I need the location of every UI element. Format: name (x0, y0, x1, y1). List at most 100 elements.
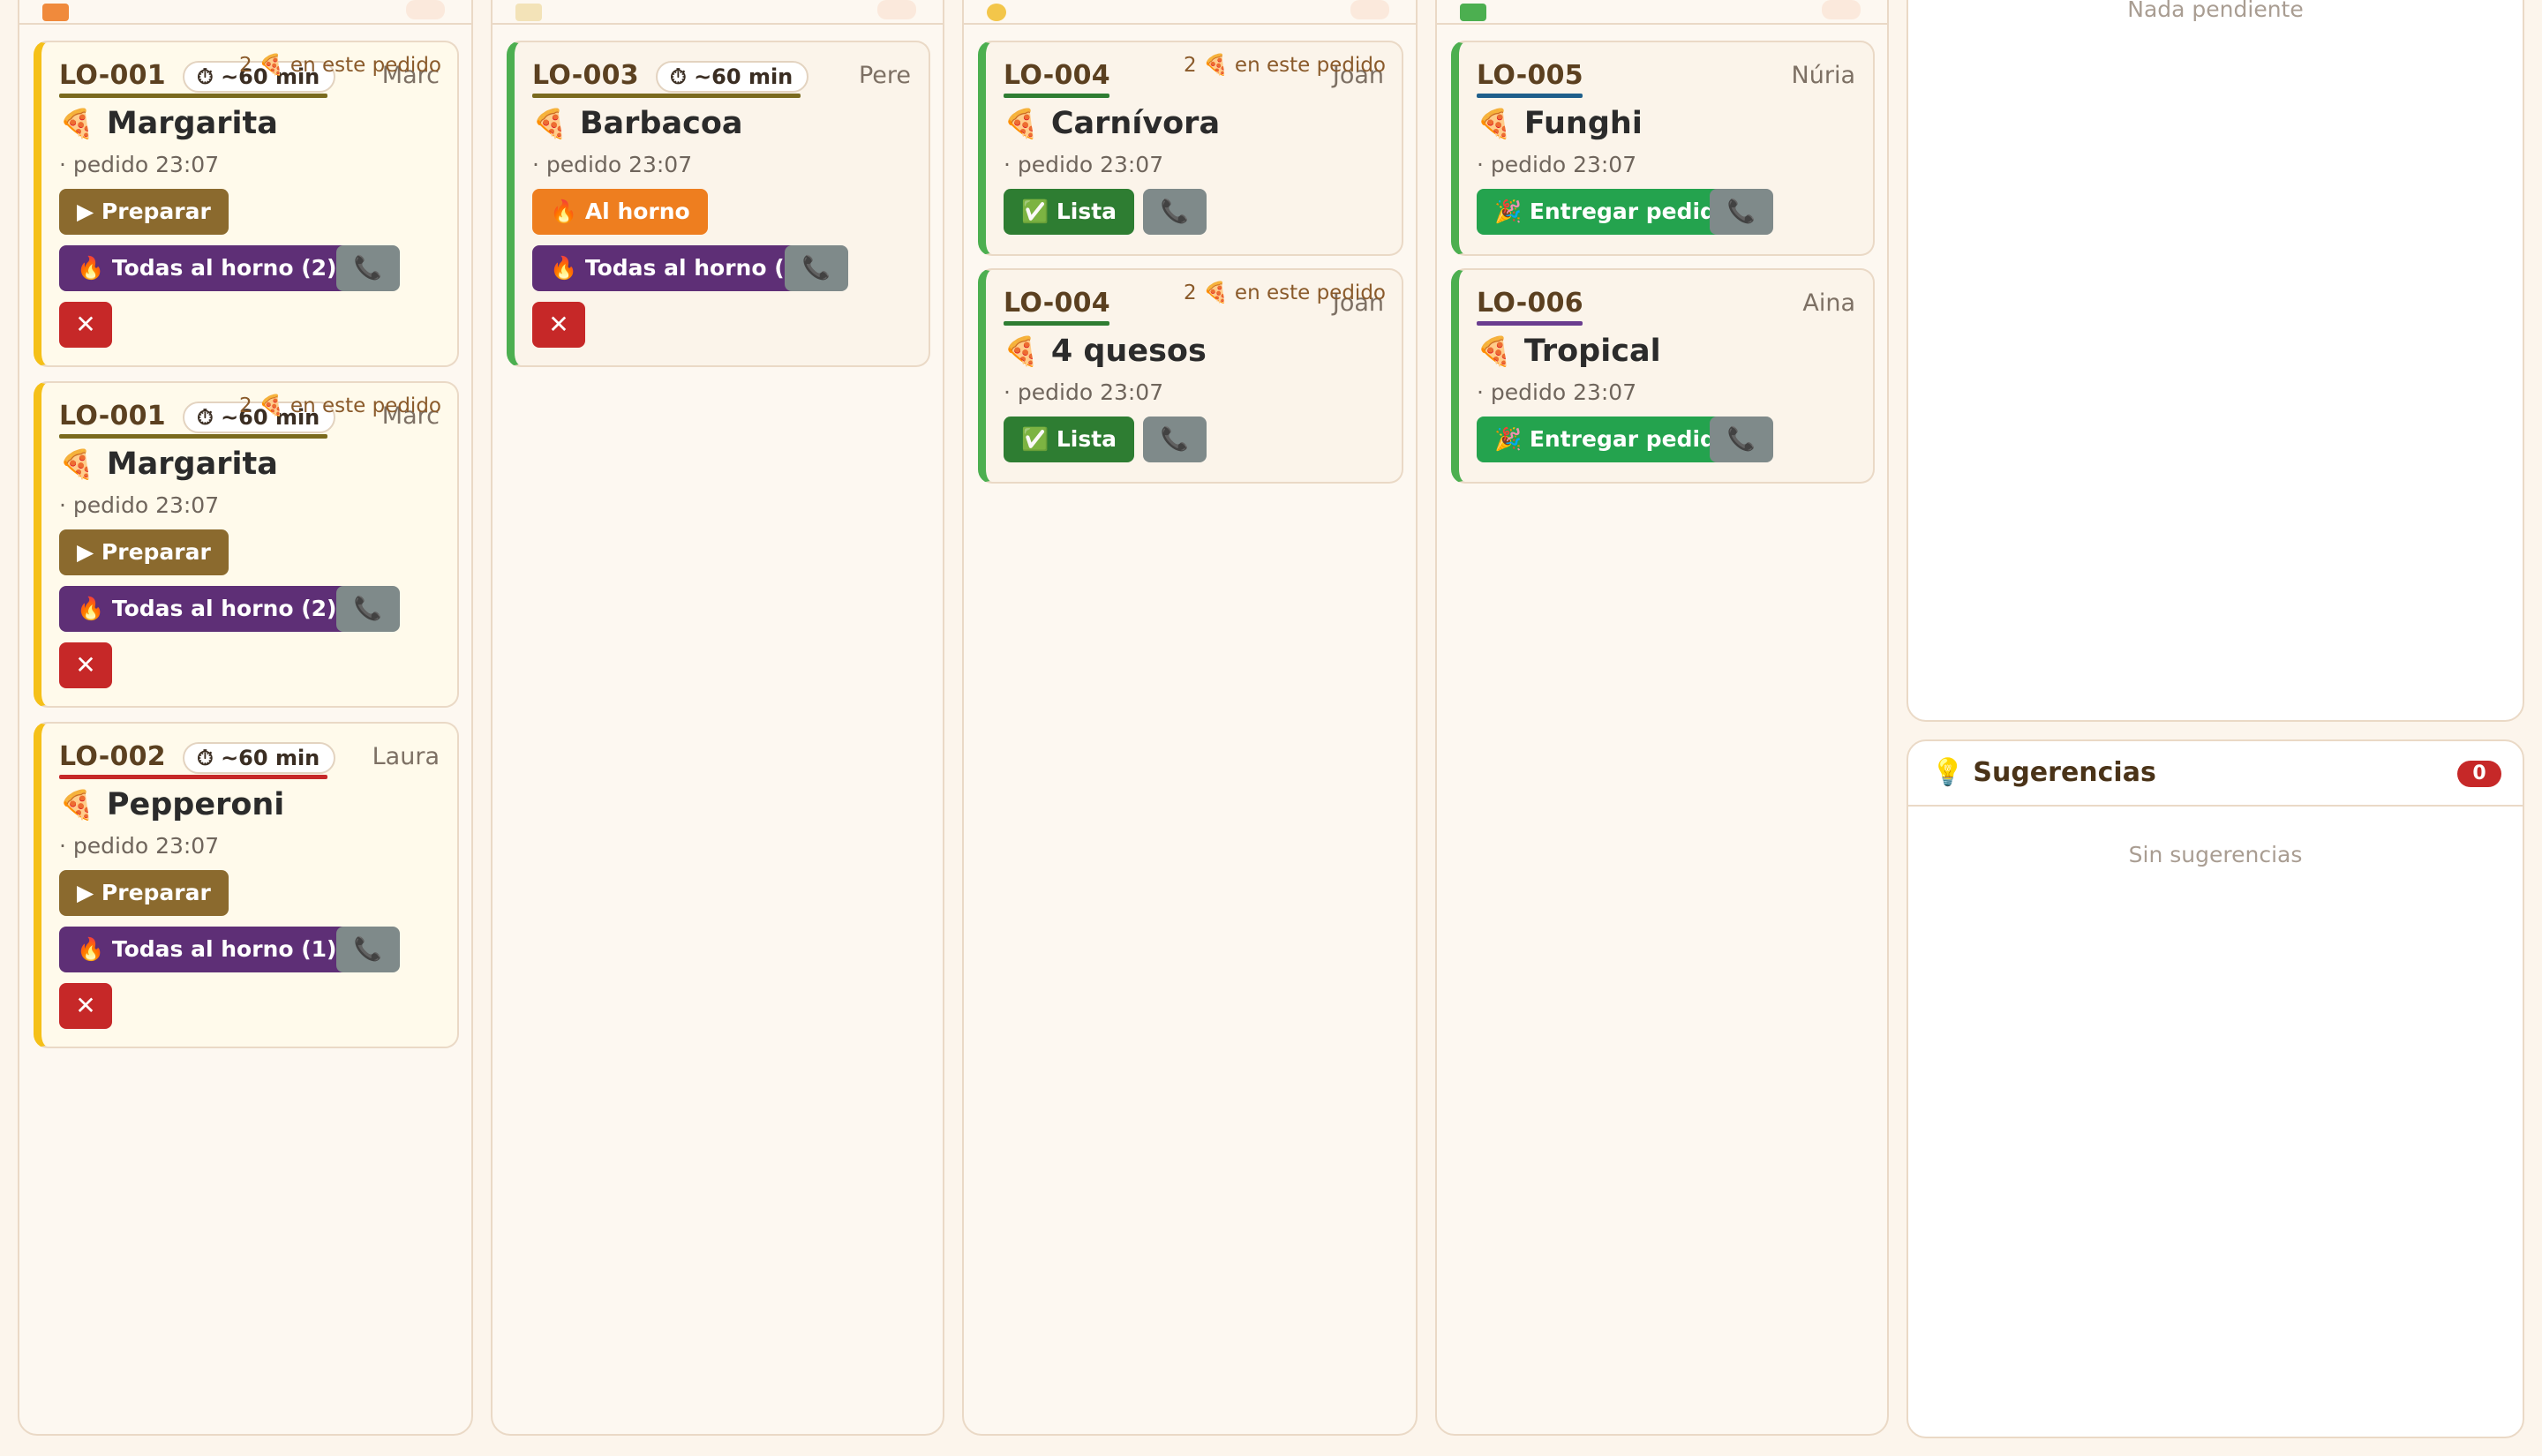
pending-column-icon (42, 4, 69, 21)
ordered-time: · pedido 23:07 (1004, 379, 1164, 405)
order-id: LO-003 (532, 60, 639, 91)
column-count-pill (877, 0, 916, 19)
order-card: LO-004 Joan 2 🍕 en este pedido 🍕 4 quesos… (978, 268, 1403, 484)
ready-column-icon (1460, 4, 1486, 21)
pending-panel: Nada pendiente (1906, 0, 2524, 722)
pizza-icon: 🍕 (59, 788, 94, 822)
mark-ready-button[interactable]: ✅ Lista (1004, 189, 1135, 235)
column-header-divider (19, 23, 471, 25)
oven-column-icon (987, 4, 1006, 21)
phone-icon[interactable]: 📞 (1710, 417, 1773, 462)
order-id-underline (59, 775, 327, 779)
prepare-button[interactable]: ▶ Preparar (59, 529, 229, 575)
order-id-underline (1477, 321, 1583, 326)
suggestions-title-text: Sugerencias (1973, 757, 2156, 788)
ordered-time: · pedido 23:07 (59, 492, 220, 518)
lightbulb-icon: 💡 (1931, 757, 1965, 788)
pizza-name: Margarita (106, 447, 278, 482)
pizza-icon: 🍕 (1477, 334, 1512, 368)
pizza-name: Pepperoni (106, 787, 285, 822)
phone-icon[interactable]: 📞 (1143, 417, 1207, 462)
order-card: LO-003 ⏱ ~60 min Pere 🍕 Barbacoa · pedido… (507, 41, 930, 367)
suggestions-empty-message: Sin sugerencias (2128, 842, 2303, 867)
phone-icon[interactable]: 📞 (1710, 189, 1773, 235)
suggestions-title: 💡 Sugerencias (1931, 757, 2156, 788)
preparing-column-icon (515, 4, 542, 21)
mark-ready-button[interactable]: ✅ Lista (1004, 417, 1135, 462)
pizza-name: 4 quesos (1050, 334, 1207, 369)
order-id: LO-001 (59, 60, 166, 91)
pizza-name: Margarita (106, 106, 278, 141)
column-preparing: LO-003 ⏱ ~60 min Pere 🍕 Barbacoa · pedido… (491, 0, 944, 1436)
pizza-icon: 🍕 (1477, 107, 1512, 140)
prepare-button[interactable]: ▶ Preparar (59, 870, 229, 916)
pending-empty-message: Nada pendiente (2127, 0, 2304, 22)
customer-name: Aina (1802, 289, 1855, 317)
order-card: LO-002 ⏱ ~60 min Laura 🍕 Pepperoni · pedi… (34, 722, 459, 1048)
order-id-underline (1004, 321, 1109, 326)
column-count-pill (406, 0, 445, 19)
order-id: LO-004 (1004, 60, 1110, 91)
pizza-name-line: 🍕 Margarita (59, 106, 278, 141)
all-to-oven-button[interactable]: 🔥 Todas al horno (2) (59, 586, 355, 632)
ordered-time: · pedido 23:07 (1004, 152, 1164, 177)
suggestions-panel: 💡 Sugerencias 0 Sin sugerencias (1906, 739, 2524, 1438)
prepare-button[interactable]: ▶ Preparar (59, 189, 229, 235)
pizza-icon: 🍕 (1004, 107, 1039, 140)
cancel-button[interactable]: ✕ (59, 302, 112, 348)
pizza-name-line: 🍕 Tropical (1477, 334, 1661, 369)
order-id-underline (59, 434, 327, 439)
all-to-oven-button[interactable]: 🔥 Todas al horno (1) (59, 927, 355, 972)
order-card: LO-005 Núria 🍕 Funghi · pedido 23:07 🎉 En… (1451, 41, 1875, 256)
pizza-name-line: 🍕 Pepperoni (59, 787, 284, 822)
column-header-divider (493, 23, 943, 25)
deliver-order-button[interactable]: 🎉 Entregar pedido (1477, 189, 1749, 235)
all-to-oven-button[interactable]: 🔥 Todas al horno (2) (59, 245, 355, 291)
suggestions-header-divider (1908, 805, 2523, 807)
order-id-underline (1004, 94, 1109, 98)
phone-icon[interactable]: 📞 (1143, 189, 1207, 235)
pizza-icon: 🍕 (1004, 334, 1039, 368)
order-card: LO-001 ⏱ ~60 min Marc 2 🍕 en este pedido… (34, 381, 459, 708)
to-oven-button[interactable]: 🔥 Al horno (532, 189, 708, 235)
order-id: LO-005 (1477, 60, 1583, 91)
order-id-underline (59, 94, 327, 98)
order-card: LO-001 ⏱ ~60 min Marc 2 🍕 en este pedido… (34, 41, 459, 367)
pizza-name-line: 🍕 Barbacoa (532, 106, 742, 141)
order-id: LO-002 (59, 741, 166, 772)
pizza-name-line: 🍕 4 quesos (1004, 334, 1207, 369)
customer-name: Pere (858, 62, 911, 89)
cancel-button[interactable]: ✕ (59, 983, 112, 1029)
pizza-name-line: 🍕 Carnívora (1004, 106, 1220, 141)
deliver-order-button[interactable]: 🎉 Entregar pedido (1477, 417, 1749, 462)
order-id: LO-006 (1477, 288, 1583, 319)
cancel-button[interactable]: ✕ (59, 642, 112, 688)
phone-icon[interactable]: 📞 (336, 245, 400, 291)
column-header-divider (964, 23, 1416, 25)
pizza-name: Carnívora (1050, 106, 1221, 141)
column-pending: LO-001 ⏱ ~60 min Marc 2 🍕 en este pedido… (18, 0, 473, 1436)
pizza-name: Funghi (1523, 106, 1643, 141)
pizza-icon: 🍕 (59, 447, 94, 481)
pizzas-in-order-note: 2 🍕 en este pedido (239, 54, 441, 77)
ordered-time: · pedido 23:07 (59, 833, 220, 859)
eta-badge: ⏱ ~60 min (656, 61, 809, 93)
phone-icon[interactable]: 📞 (336, 586, 400, 632)
pizza-name-line: 🍕 Margarita (59, 447, 278, 482)
column-header-divider (1437, 23, 1887, 25)
pizza-name: Tropical (1523, 334, 1661, 369)
customer-name: Núria (1791, 62, 1855, 89)
ordered-time: · pedido 23:07 (1477, 379, 1637, 405)
pizzas-in-order-note: 2 🍕 en este pedido (1184, 54, 1386, 77)
phone-icon[interactable]: 📞 (785, 245, 848, 291)
all-to-oven-button[interactable]: 🔥 Todas al horno (1) (532, 245, 828, 291)
eta-badge: ⏱ ~60 min (183, 742, 336, 774)
phone-icon[interactable]: 📞 (336, 927, 400, 972)
pizza-name-line: 🍕 Funghi (1477, 106, 1643, 141)
cancel-button[interactable]: ✕ (532, 302, 585, 348)
ordered-time: · pedido 23:07 (59, 152, 220, 177)
suggestions-count-badge: 0 (2457, 761, 2501, 787)
ordered-time: · pedido 23:07 (1477, 152, 1637, 177)
pizza-icon: 🍕 (532, 107, 568, 140)
column-ready: LO-005 Núria 🍕 Funghi · pedido 23:07 🎉 En… (1435, 0, 1889, 1436)
